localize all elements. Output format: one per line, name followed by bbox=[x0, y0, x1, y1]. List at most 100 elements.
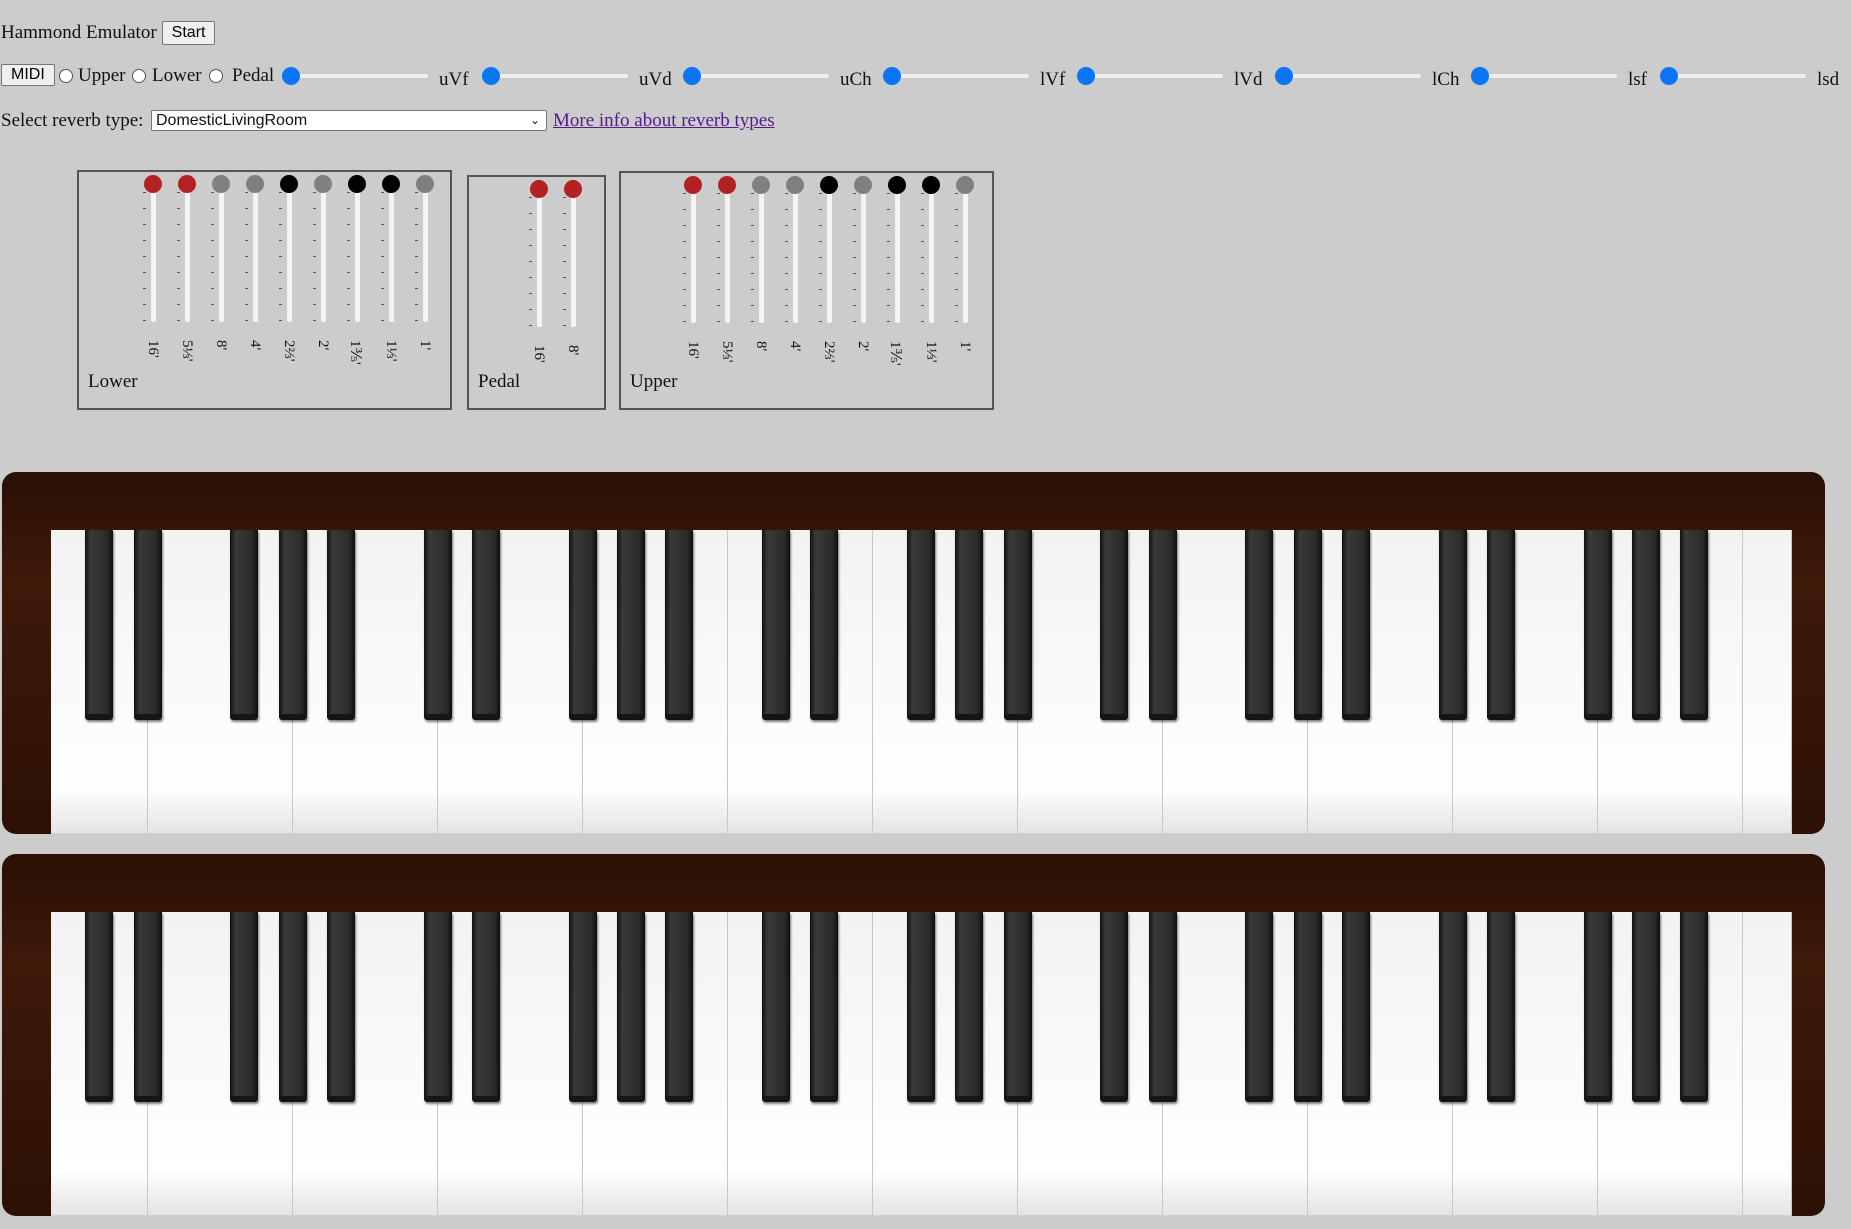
black-key[interactable] bbox=[616, 530, 645, 720]
white-key[interactable] bbox=[1742, 530, 1792, 834]
start-button[interactable]: Start bbox=[161, 21, 216, 45]
black-key[interactable] bbox=[85, 530, 114, 720]
slider-lsd[interactable] bbox=[1660, 67, 1807, 85]
slider-lvd[interactable] bbox=[1077, 67, 1224, 85]
black-key[interactable] bbox=[665, 912, 694, 1102]
black-key[interactable] bbox=[1341, 912, 1370, 1102]
black-key[interactable] bbox=[133, 912, 162, 1102]
black-key[interactable] bbox=[568, 912, 597, 1102]
black-key[interactable] bbox=[85, 912, 114, 1102]
drawbar-knob[interactable] bbox=[348, 175, 366, 193]
drawbar[interactable] bbox=[177, 175, 197, 326]
slider-thumb[interactable] bbox=[1660, 67, 1678, 85]
drawbar-knob[interactable] bbox=[246, 175, 264, 193]
drawbar[interactable] bbox=[211, 175, 231, 326]
drawbar[interactable] bbox=[751, 176, 771, 327]
midi-button[interactable]: MIDI bbox=[1, 64, 55, 86]
black-key[interactable] bbox=[1680, 530, 1709, 720]
black-key[interactable] bbox=[616, 912, 645, 1102]
black-key[interactable] bbox=[906, 530, 935, 720]
slider-uvd[interactable] bbox=[482, 67, 629, 85]
black-key[interactable] bbox=[1245, 530, 1274, 720]
black-key[interactable] bbox=[1486, 530, 1515, 720]
drawbar-track[interactable] bbox=[355, 184, 360, 322]
black-key[interactable] bbox=[1438, 530, 1467, 720]
slider-thumb[interactable] bbox=[1275, 67, 1293, 85]
black-key[interactable] bbox=[1003, 912, 1032, 1102]
black-key[interactable] bbox=[471, 530, 500, 720]
radio-upper[interactable] bbox=[59, 69, 73, 83]
drawbar[interactable] bbox=[381, 175, 401, 326]
drawbar-knob[interactable] bbox=[144, 175, 162, 193]
slider-thumb[interactable] bbox=[1471, 67, 1489, 85]
drawbar-knob[interactable] bbox=[382, 175, 400, 193]
black-key[interactable] bbox=[1245, 912, 1274, 1102]
black-key[interactable] bbox=[955, 530, 984, 720]
black-key[interactable] bbox=[761, 530, 790, 720]
black-key[interactable] bbox=[326, 530, 355, 720]
drawbar-knob[interactable] bbox=[922, 176, 940, 194]
black-key[interactable] bbox=[665, 530, 694, 720]
drawbar[interactable] bbox=[143, 175, 163, 326]
black-key[interactable] bbox=[810, 530, 839, 720]
black-key[interactable] bbox=[1293, 912, 1322, 1102]
drawbar-knob[interactable] bbox=[684, 176, 702, 194]
drawbar-knob[interactable] bbox=[416, 175, 434, 193]
black-key[interactable] bbox=[1148, 912, 1177, 1102]
drawbar-track[interactable] bbox=[861, 185, 866, 323]
black-key[interactable] bbox=[423, 530, 452, 720]
drawbar[interactable] bbox=[717, 176, 737, 327]
drawbar[interactable] bbox=[245, 175, 265, 326]
drawbar[interactable] bbox=[563, 180, 583, 331]
slider-thumb[interactable] bbox=[1077, 67, 1095, 85]
black-key[interactable] bbox=[1003, 530, 1032, 720]
slider-lch[interactable] bbox=[1275, 67, 1422, 85]
drawbar-knob[interactable] bbox=[786, 176, 804, 194]
drawbar-track[interactable] bbox=[423, 184, 428, 322]
slider-lvf[interactable] bbox=[883, 67, 1030, 85]
drawbar-track[interactable] bbox=[253, 184, 258, 322]
drawbar[interactable] bbox=[921, 176, 941, 327]
drawbar-knob[interactable] bbox=[178, 175, 196, 193]
black-key[interactable] bbox=[1680, 912, 1709, 1102]
slider-thumb[interactable] bbox=[482, 67, 500, 85]
black-key[interactable] bbox=[1583, 912, 1612, 1102]
black-key[interactable] bbox=[278, 912, 307, 1102]
drawbar-track[interactable] bbox=[963, 185, 968, 323]
white-key[interactable] bbox=[1742, 912, 1792, 1216]
drawbar-track[interactable] bbox=[219, 184, 224, 322]
black-key[interactable] bbox=[326, 912, 355, 1102]
black-key[interactable] bbox=[230, 912, 259, 1102]
drawbar[interactable] bbox=[955, 176, 975, 327]
black-key[interactable] bbox=[955, 912, 984, 1102]
drawbar[interactable] bbox=[785, 176, 805, 327]
drawbar-knob[interactable] bbox=[752, 176, 770, 194]
black-key[interactable] bbox=[1631, 912, 1660, 1102]
black-key[interactable] bbox=[810, 912, 839, 1102]
radio-lower[interactable] bbox=[132, 69, 146, 83]
drawbar-knob[interactable] bbox=[564, 180, 582, 198]
black-key[interactable] bbox=[906, 912, 935, 1102]
drawbar-track[interactable] bbox=[185, 184, 190, 322]
drawbar-knob[interactable] bbox=[718, 176, 736, 194]
drawbar-knob[interactable] bbox=[280, 175, 298, 193]
drawbar-knob[interactable] bbox=[820, 176, 838, 194]
black-key[interactable] bbox=[761, 912, 790, 1102]
black-key[interactable] bbox=[1486, 912, 1515, 1102]
drawbar-knob[interactable] bbox=[212, 175, 230, 193]
reverb-select[interactable]: DomesticLivingRoom ⌄ bbox=[151, 110, 547, 131]
black-key[interactable] bbox=[1148, 530, 1177, 720]
drawbar-track[interactable] bbox=[389, 184, 394, 322]
drawbar[interactable] bbox=[819, 176, 839, 327]
drawbar[interactable] bbox=[415, 175, 435, 326]
drawbar-knob[interactable] bbox=[888, 176, 906, 194]
drawbar-track[interactable] bbox=[929, 185, 934, 323]
drawbar-track[interactable] bbox=[827, 185, 832, 323]
black-key[interactable] bbox=[278, 530, 307, 720]
black-key[interactable] bbox=[133, 530, 162, 720]
drawbar-track[interactable] bbox=[895, 185, 900, 323]
black-key[interactable] bbox=[471, 912, 500, 1102]
drawbar[interactable] bbox=[853, 176, 873, 327]
reverb-info-link[interactable]: More info about reverb types bbox=[553, 110, 775, 132]
slider-uch[interactable] bbox=[683, 67, 830, 85]
